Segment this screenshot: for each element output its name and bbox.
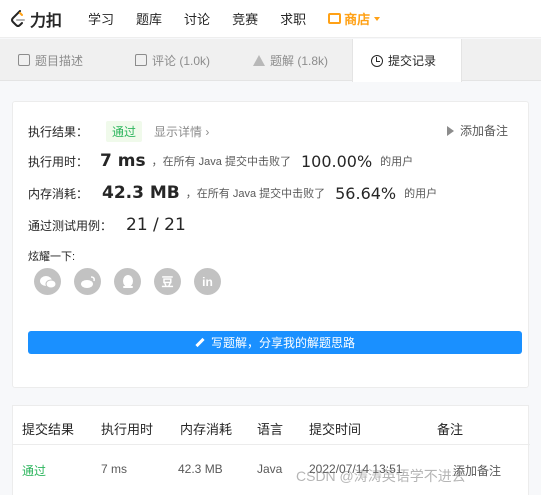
memory-beat-text: ，在所有 Java 提交中击败了 xyxy=(185,188,326,200)
memory-suffix: 的用户 xyxy=(404,188,438,200)
row-language: Java xyxy=(257,462,283,476)
tab-solutions[interactable]: 题解 (1.8k) xyxy=(235,39,352,81)
row-memory: 42.3 MB xyxy=(178,462,223,476)
row-runtime: 7 ms xyxy=(101,462,128,476)
tab-comments[interactable]: 评论 (1.0k) xyxy=(117,39,235,81)
tests-label: 通过测试用例： xyxy=(28,218,113,233)
clock-icon xyxy=(371,54,383,67)
memory-label: 内存消耗： xyxy=(28,186,89,201)
store-label: 商店 xyxy=(344,12,371,27)
leetcode-logo-icon xyxy=(11,9,25,27)
tab-description[interactable]: 题目描述 xyxy=(0,39,117,81)
memory-percentile: 56.64% xyxy=(335,183,397,203)
nav-discuss[interactable]: 讨论 xyxy=(184,9,210,28)
add-note-button[interactable]: 添加备注 xyxy=(446,122,508,139)
nav-learn[interactable]: 学习 xyxy=(88,9,114,28)
share-row: 炫耀一下: xyxy=(28,248,75,264)
nav-problems[interactable]: 题库 xyxy=(136,9,162,28)
document-icon xyxy=(18,54,30,66)
runtime-beat-text: ，在所有 Java 提交中击败了 xyxy=(151,156,291,168)
play-icon xyxy=(446,125,454,136)
runtime-label: 执行用时： xyxy=(28,154,89,169)
row-result[interactable]: 通过 xyxy=(22,462,46,479)
runtime-value: 7 ms xyxy=(100,151,146,171)
flask-icon xyxy=(253,54,265,66)
status-row: 执行结果： 通过 显示详情 › xyxy=(28,121,209,142)
memory-row: 内存消耗： 42.3 MB ，在所有 Java 提交中击败了 56.64% 的用… xyxy=(28,183,437,203)
brand-logo[interactable]: 力扣 xyxy=(10,7,62,31)
column-header-memory: 内存消耗 xyxy=(180,422,233,437)
memory-value: 42.3 MB xyxy=(102,183,180,203)
tab-label: 题解 (1.8k) xyxy=(270,53,329,68)
column-header-submit-time: 提交时间 xyxy=(309,422,362,437)
write-solution-button[interactable]: 写题解，分享我的解题思路 xyxy=(28,331,522,354)
wechat-icon[interactable] xyxy=(34,268,61,295)
show-detail-link[interactable]: 显示详情 › xyxy=(154,123,209,140)
problem-tabs: 题目描述 评论 (1.0k) 题解 (1.8k) 提交记录 xyxy=(0,39,541,82)
pencil-icon xyxy=(195,337,205,348)
nav-store[interactable]: 商店 xyxy=(328,9,381,28)
top-nav: 力扣 学习 题库 讨论 竞赛 求职 商店 xyxy=(0,0,541,38)
runtime-percentile: 100.00% xyxy=(300,151,373,171)
tab-label: 评论 (1.0k) xyxy=(152,53,211,68)
tab-label: 题目描述 xyxy=(35,53,84,68)
csdn-watermark: CSDN @涛涛英语学不进去 xyxy=(296,468,466,484)
status-badge: 通过 xyxy=(106,121,143,142)
weibo-icon[interactable] xyxy=(74,268,101,295)
linkedin-icon[interactable]: in xyxy=(194,268,221,295)
store-bag-icon xyxy=(328,13,342,24)
nav-contest[interactable]: 竞赛 xyxy=(232,9,258,28)
divider xyxy=(13,444,530,445)
runtime-suffix: 的用户 xyxy=(380,156,414,168)
column-header-note: 备注 xyxy=(437,422,464,437)
tests-row: 通过测试用例： 21 / 21 xyxy=(28,215,186,235)
tests-value: 21 / 21 xyxy=(126,215,186,235)
column-header-language: 语言 xyxy=(257,422,284,437)
status-label: 执行结果： xyxy=(28,125,89,139)
runtime-row: 执行用时： 7 ms ，在所有 Java 提交中击败了 100.00% 的用户 xyxy=(28,151,413,171)
write-solution-label: 写题解，分享我的解题思路 xyxy=(210,336,355,350)
column-header-runtime: 执行用时 xyxy=(101,422,154,437)
chevron-down-icon xyxy=(374,16,381,21)
share-icons: 豆 in xyxy=(34,268,234,295)
nav-jobs[interactable]: 求职 xyxy=(280,9,306,28)
brand-name: 力扣 xyxy=(30,12,63,30)
add-note-label: 添加备注 xyxy=(459,124,508,138)
qq-icon[interactable] xyxy=(114,268,141,295)
tab-submissions[interactable]: 提交记录 xyxy=(352,39,462,82)
submission-result-card: 执行结果： 通过 显示详情 › 添加备注 执行用时： 7 ms ，在所有 Jav… xyxy=(12,101,529,388)
douban-icon[interactable]: 豆 xyxy=(154,268,181,295)
share-label: 炫耀一下: xyxy=(28,251,76,263)
tab-label: 提交记录 xyxy=(388,54,437,68)
comment-icon xyxy=(135,54,147,66)
column-header-result: 提交结果 xyxy=(22,422,75,437)
